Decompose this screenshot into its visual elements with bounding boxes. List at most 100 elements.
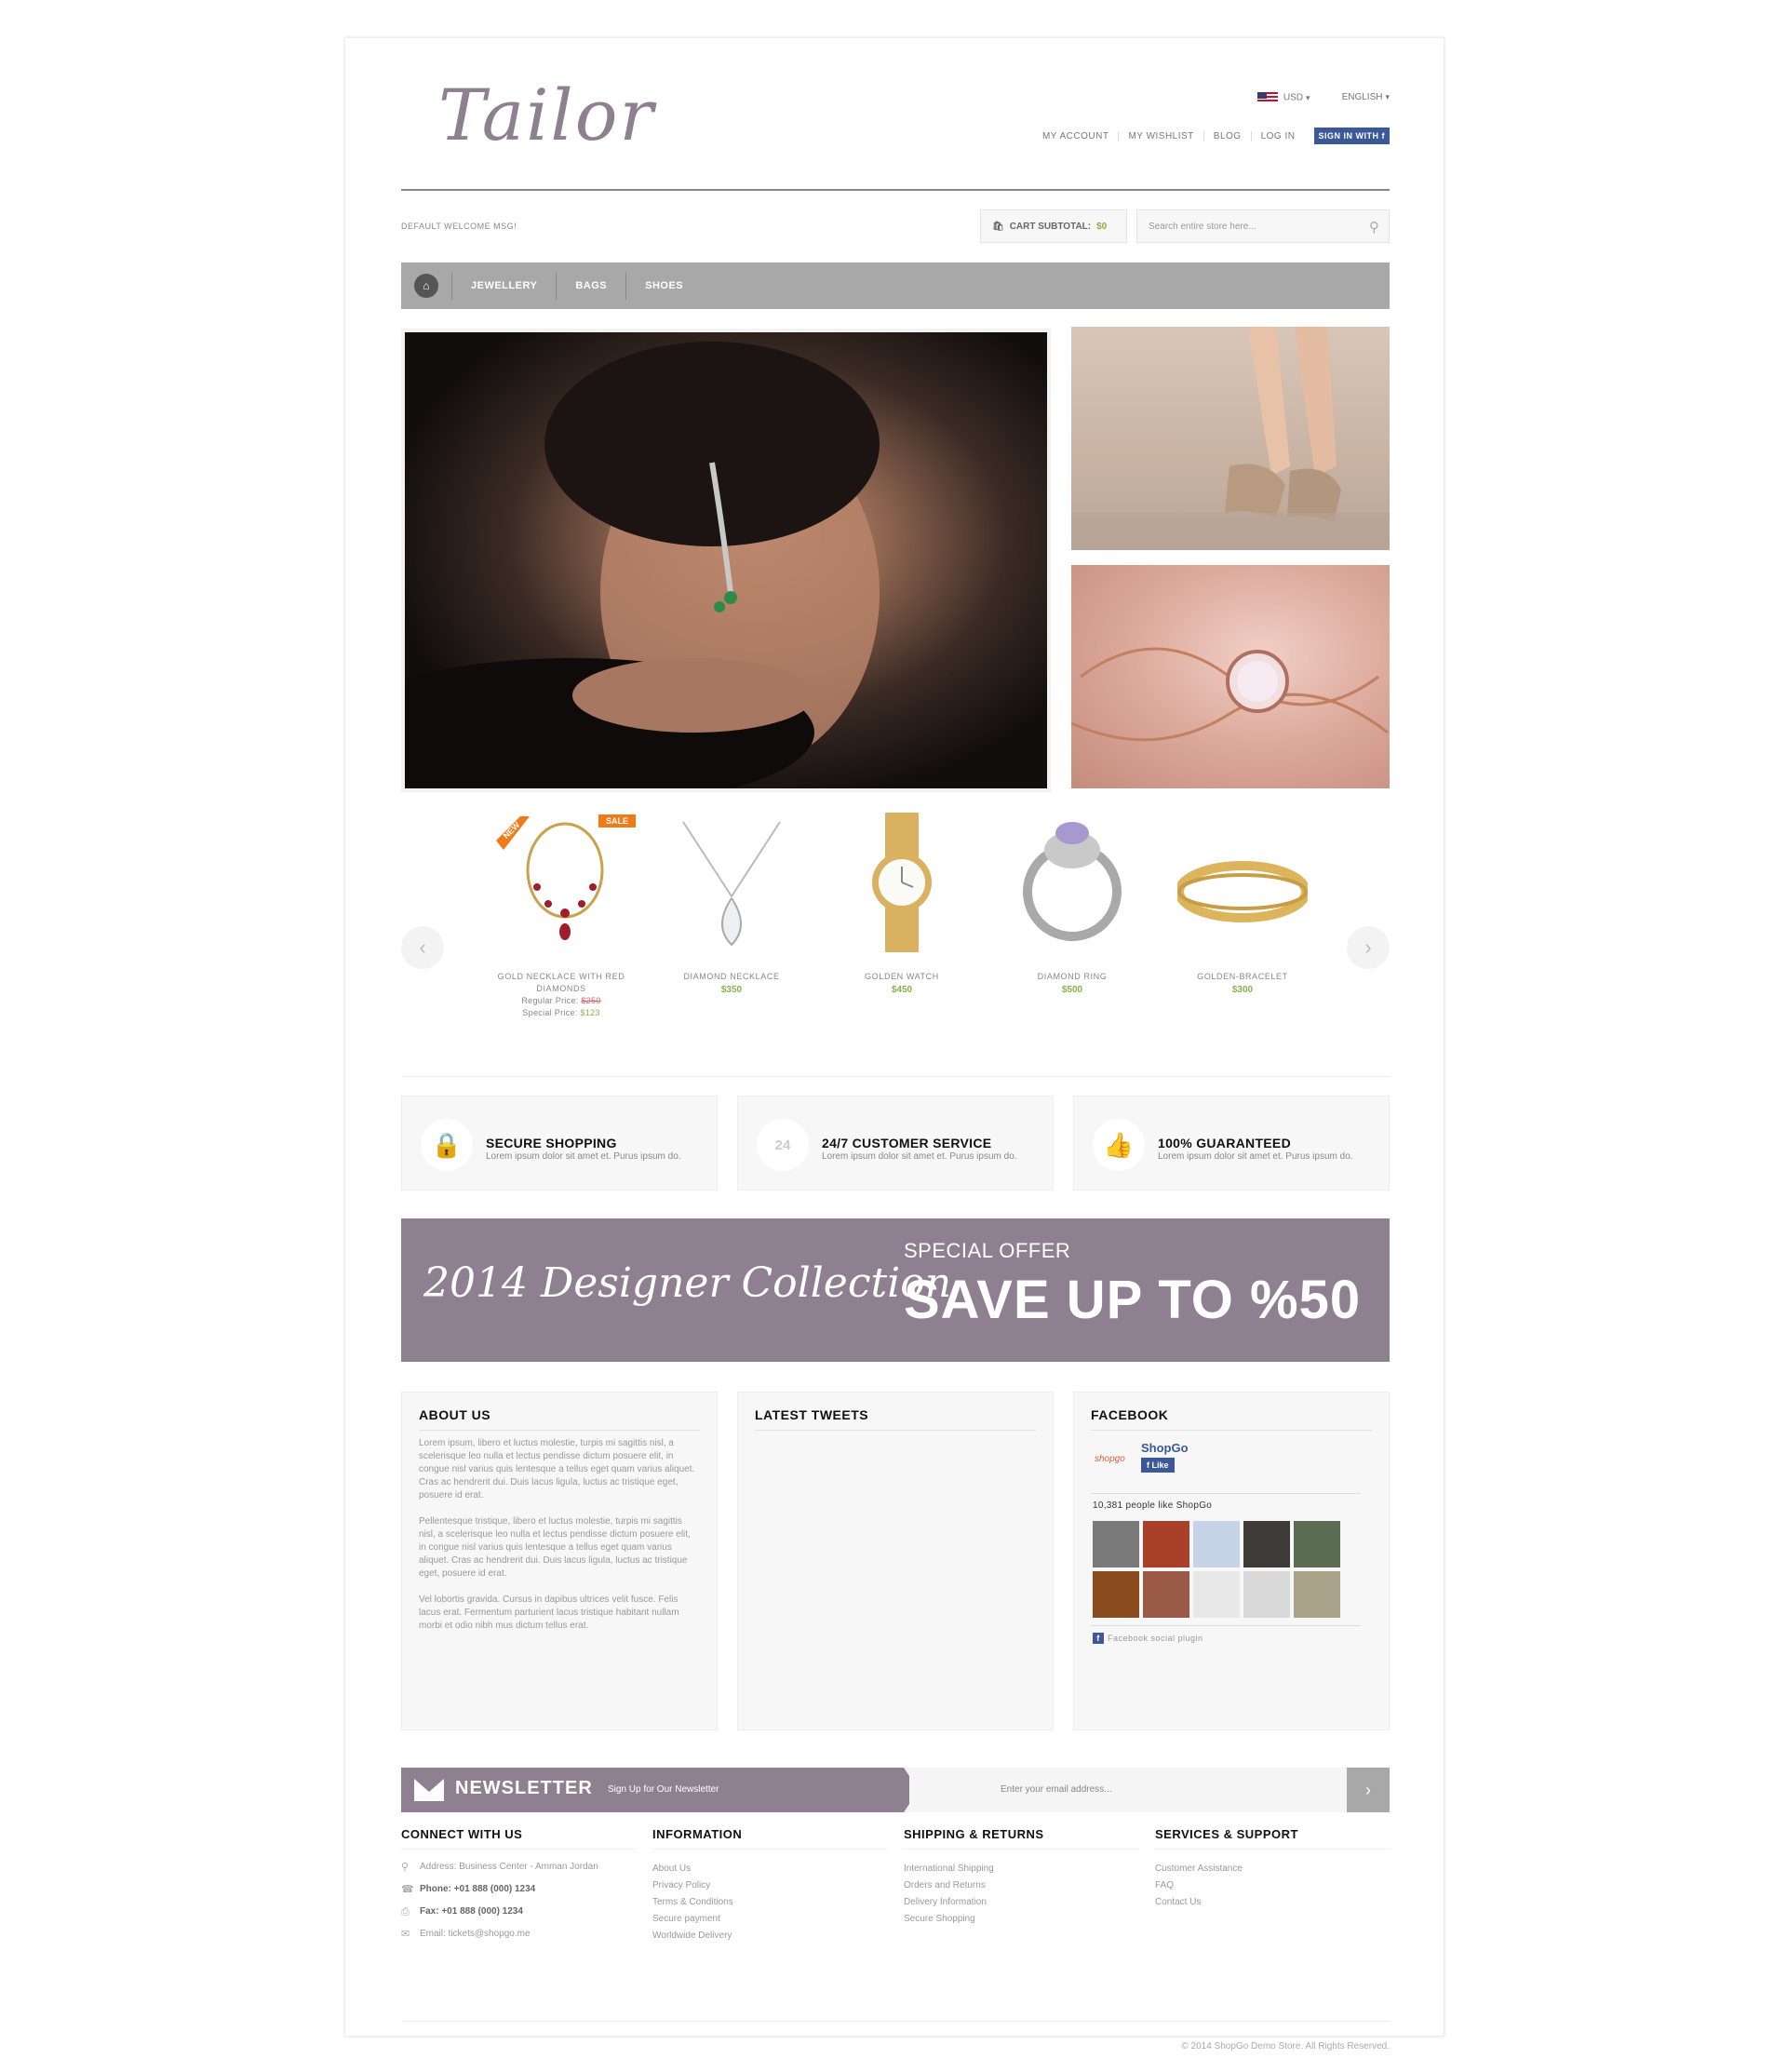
- feature-title: 100% GUARANTEED: [1158, 1136, 1291, 1150]
- envelope-icon: [414, 1779, 444, 1801]
- fan-avatar[interactable]: [1294, 1571, 1340, 1618]
- shoes-banner[interactable]: [1071, 327, 1390, 550]
- golden-watch-illustration: [872, 813, 932, 952]
- about-us-panel: ABOUT US Lorem ipsum, libero et luctus m…: [401, 1392, 718, 1730]
- fax-icon: ⎙: [401, 1906, 410, 1917]
- facebook-like-button[interactable]: f Like: [1141, 1458, 1175, 1473]
- product-name[interactable]: DIAMOND NECKLACE: [657, 971, 806, 983]
- product-image-golden-bracelet[interactable]: [1175, 813, 1310, 952]
- product-image-diamond-ring[interactable]: [1007, 813, 1137, 952]
- currency-selector[interactable]: USD ▾: [1256, 92, 1310, 103]
- cart-subtotal-button[interactable]: 🛍 CART SUBTOTAL: $0: [980, 209, 1127, 243]
- fan-avatar[interactable]: [1143, 1571, 1189, 1618]
- facebook-signin-button[interactable]: SIGN IN WITH f: [1313, 128, 1390, 144]
- home-icon[interactable]: ⌂: [414, 274, 438, 298]
- carousel-next-button[interactable]: ›: [1347, 926, 1390, 969]
- diamond-necklace-illustration: [682, 821, 781, 947]
- nav-item-shoes[interactable]: SHOES: [626, 280, 702, 291]
- product-name[interactable]: GOLD NECKLACE WITH RED DIAMONDS: [487, 971, 636, 995]
- top-links: MY ACCOUNT MY WISHLIST BLOG LOG IN SIGN …: [1033, 128, 1390, 144]
- hero-banner[interactable]: [401, 329, 1051, 792]
- product-name[interactable]: GOLDEN-BRACELET: [1168, 971, 1317, 983]
- store-logo[interactable]: Tailor: [438, 74, 655, 156]
- product-card[interactable]: GOLDEN-BRACELET $300: [1168, 813, 1317, 995]
- fan-avatar[interactable]: [1243, 1571, 1290, 1618]
- footer-link-international-shipping[interactable]: International Shipping: [904, 1861, 1138, 1877]
- footer-link-secure-payment[interactable]: Secure payment: [652, 1911, 887, 1928]
- facebook-page-name[interactable]: ShopGo: [1141, 1441, 1189, 1455]
- footer-link-orders-returns[interactable]: Orders and Returns: [904, 1877, 1138, 1894]
- facebook-plugin-label[interactable]: f Facebook social plugin: [1093, 1633, 1203, 1644]
- product-card[interactable]: DIAMOND RING $500: [998, 813, 1147, 995]
- newsletter-title: NEWSLETTER: [455, 1778, 593, 1798]
- fan-avatar[interactable]: [1243, 1521, 1290, 1567]
- product-card[interactable]: GOLDEN WATCH $450: [827, 813, 976, 995]
- nav-item-jewellery[interactable]: JEWELLERY: [452, 280, 556, 291]
- footer-link-customer-assistance[interactable]: Customer Assistance: [1155, 1861, 1390, 1877]
- feature-text: Lorem ipsum dolor sit amet et. Purus ips…: [486, 1151, 681, 1162]
- product-price: $450: [891, 985, 913, 995]
- promo-script-title: 2014 Designer Collection: [423, 1259, 952, 1307]
- newsletter-submit-button[interactable]: ›: [1347, 1768, 1390, 1812]
- search-box[interactable]: Search entire store here... ⚲: [1136, 209, 1390, 243]
- footer-link-privacy-policy[interactable]: Privacy Policy: [652, 1877, 887, 1894]
- bracelet-illustration: [1070, 647, 1389, 742]
- product-image-gold-necklace[interactable]: NEW SALE: [496, 813, 636, 952]
- facebook-plugin-text: Facebook social plugin: [1108, 1634, 1203, 1643]
- phone-label: Phone:: [420, 1884, 451, 1894]
- product-image-golden-watch[interactable]: [837, 813, 967, 952]
- blog-link[interactable]: BLOG: [1204, 130, 1252, 141]
- clock-24-icon: 24: [757, 1119, 809, 1171]
- nav-item-bags[interactable]: BAGS: [557, 280, 625, 291]
- phone-number[interactable]: +01 888 (000) 1234: [454, 1884, 536, 1894]
- my-wishlist-link[interactable]: MY WISHLIST: [1119, 130, 1204, 141]
- footer-link-terms[interactable]: Terms & Conditions: [652, 1894, 887, 1911]
- footer-link-faq[interactable]: FAQ: [1155, 1877, 1390, 1894]
- newsletter-email-input[interactable]: Enter your email address...: [1001, 1784, 1112, 1795]
- promo-save-text: SAVE UP TO %50: [904, 1270, 1362, 1330]
- footer-link-contact-us[interactable]: Contact Us: [1155, 1894, 1390, 1911]
- footer-link-about-us[interactable]: About Us: [652, 1861, 887, 1877]
- footer-connect-column: CONNECT WITH US ⚲ Address: Business Cente…: [401, 1827, 636, 1950]
- email-text[interactable]: Email: tickets@shopgo.me: [420, 1928, 531, 1941]
- product-card[interactable]: DIAMOND NECKLACE $350: [657, 813, 806, 995]
- special-price: Special Price: $123: [487, 1007, 636, 1019]
- contact-fax: ⎙ Fax: +01 888 (000) 1234: [401, 1905, 636, 1918]
- panel-title: FACEBOOK: [1091, 1407, 1169, 1422]
- newsletter-label-area: NEWSLETTER Sign Up for Our Newsletter: [401, 1768, 909, 1812]
- copyright: © 2014 ShopGo Demo Store. All Rights Res…: [1181, 2041, 1390, 2052]
- us-flag-icon: [1256, 92, 1278, 103]
- my-account-link[interactable]: MY ACCOUNT: [1033, 130, 1120, 141]
- login-link[interactable]: LOG IN: [1252, 131, 1305, 141]
- fan-avatar[interactable]: [1093, 1521, 1139, 1567]
- footer-link-secure-shopping[interactable]: Secure Shopping: [904, 1911, 1138, 1928]
- product-image-diamond-necklace[interactable]: [666, 813, 797, 952]
- product-name[interactable]: GOLDEN WATCH: [827, 971, 976, 983]
- promo-banner[interactable]: 2014 Designer Collection SPECIAL OFFER S…: [401, 1218, 1390, 1362]
- fan-avatar[interactable]: [1294, 1521, 1340, 1567]
- currency-label: USD: [1283, 92, 1304, 103]
- language-selector[interactable]: ENGLISH ▾: [1342, 92, 1390, 103]
- fan-avatar[interactable]: [1093, 1571, 1139, 1618]
- carousel-prev-button[interactable]: ‹: [401, 926, 444, 969]
- fan-avatar[interactable]: [1193, 1521, 1240, 1567]
- header-divider: [401, 189, 1390, 191]
- search-icon[interactable]: ⚲: [1369, 219, 1379, 235]
- panel-divider: [419, 1430, 700, 1431]
- bracelet-banner[interactable]: [1070, 565, 1390, 788]
- thumbs-up-icon: 👍: [1093, 1119, 1145, 1171]
- section-divider: [401, 1076, 1390, 1077]
- shopgo-logo[interactable]: shopgo: [1095, 1454, 1125, 1464]
- facebook-like-count: 10,381 people like ShopGo: [1093, 1500, 1213, 1511]
- product-card[interactable]: NEW SALE GOLD NECKLACE WITH RED DIAMONDS…: [487, 813, 636, 1019]
- cart-label: CART SUBTOTAL:: [1009, 221, 1092, 232]
- fan-avatar[interactable]: [1193, 1571, 1240, 1618]
- fan-avatar[interactable]: [1143, 1521, 1189, 1567]
- search-input[interactable]: Search entire store here...: [1149, 222, 1256, 232]
- footer-link-delivery-information[interactable]: Delivery Information: [904, 1894, 1138, 1911]
- about-paragraph: Pellentesque tristique, libero et luctus…: [419, 1516, 691, 1579]
- product-name[interactable]: DIAMOND RING: [998, 971, 1147, 983]
- footer-link-worldwide-delivery[interactable]: Worldwide Delivery: [652, 1928, 887, 1944]
- cart-amount: $0: [1096, 221, 1108, 232]
- product-price: $500: [1061, 985, 1083, 995]
